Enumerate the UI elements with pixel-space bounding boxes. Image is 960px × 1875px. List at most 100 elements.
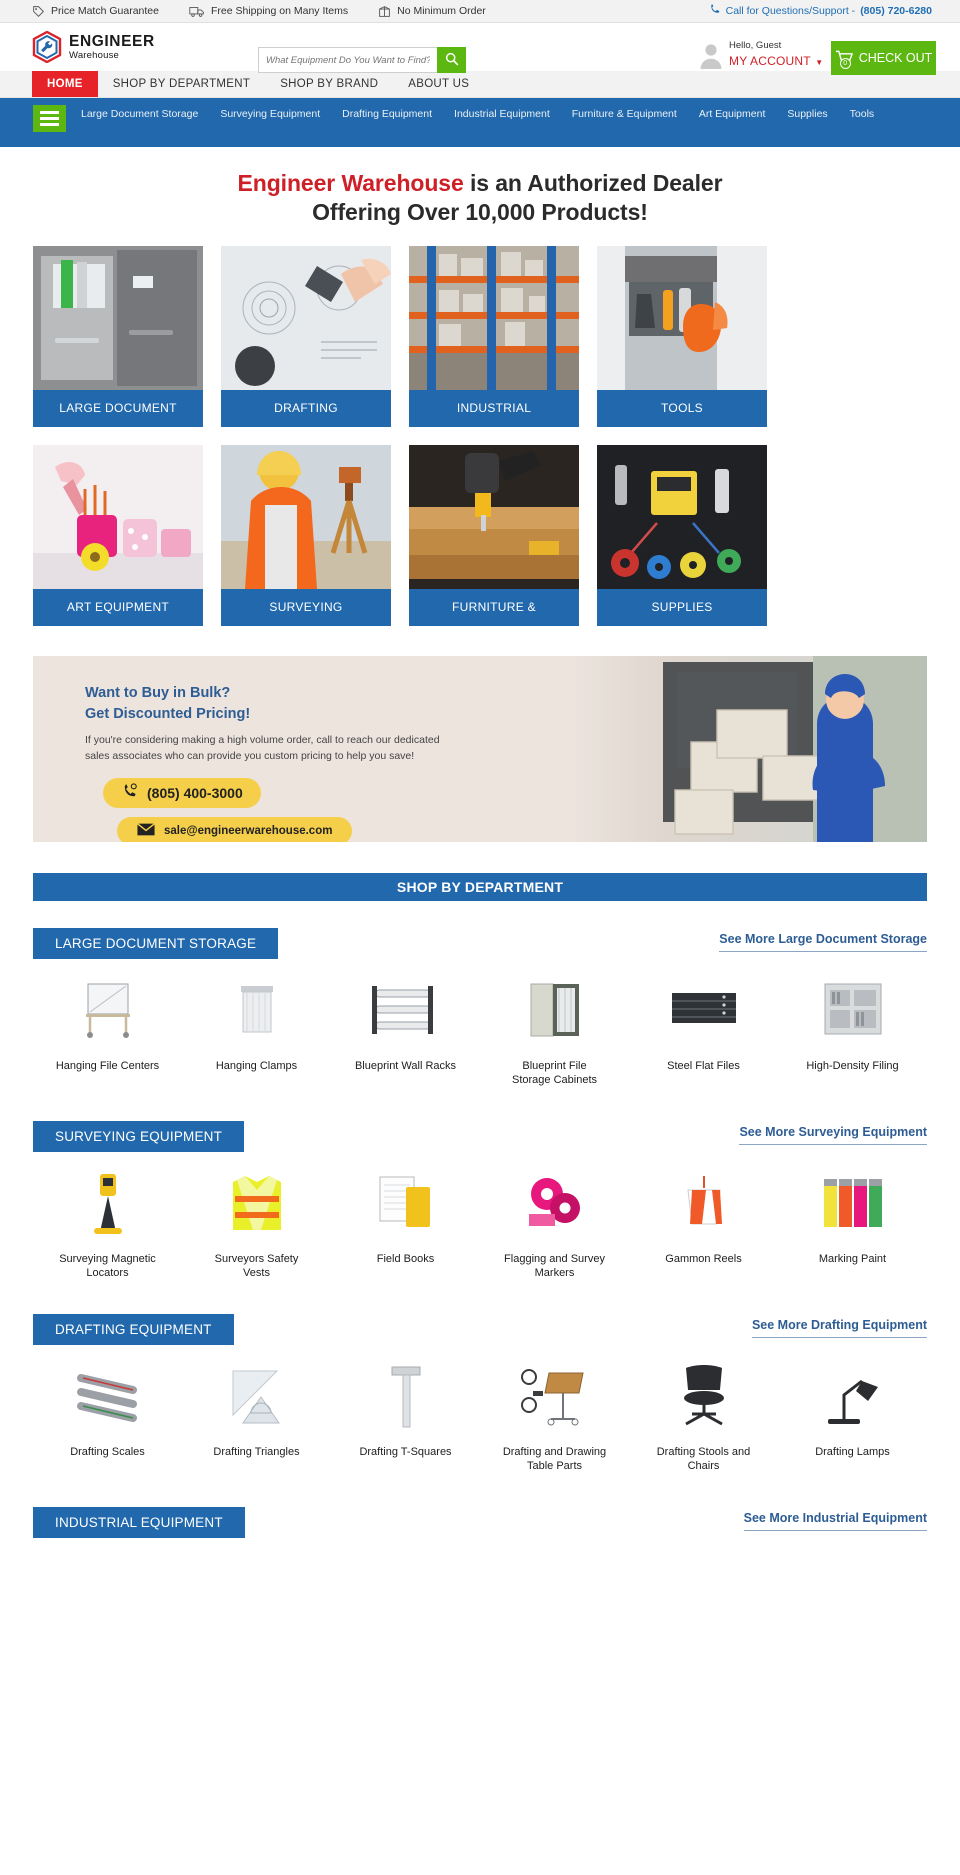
nav-item-about-us[interactable]: ABOUT US xyxy=(393,71,484,97)
category-tile-industrial[interactable]: INDUSTRIAL xyxy=(409,245,579,427)
bulk-heading-line-2: Get Discounted Pricing! xyxy=(85,705,251,722)
see-more-link[interactable]: See More Large Document Storage xyxy=(719,932,927,952)
dept-link-furniture-equipment[interactable]: Furniture & Equipment xyxy=(572,104,699,124)
section-tag[interactable]: INDUSTRIAL EQUIPMENT xyxy=(33,1506,245,1538)
product-card[interactable]: Flagging and Survey Markers xyxy=(480,1170,629,1281)
field-book-photo xyxy=(363,1170,449,1236)
surveyor-theodolite-photo xyxy=(221,444,391,589)
magnetic-locator-photo xyxy=(65,1170,151,1236)
nav-item-shop-by-brand[interactable]: SHOP BY BRAND xyxy=(265,71,393,97)
hero-line-1: Engineer Warehouse is an Authorized Deal… xyxy=(0,169,960,198)
category-tile-drafting[interactable]: DRAFTING xyxy=(221,245,391,427)
category-tile-supplies[interactable]: SUPPLIES xyxy=(597,444,767,626)
product-card[interactable]: Blueprint File Storage Cabinets xyxy=(480,977,629,1088)
chevron-down-icon: ▼ xyxy=(815,57,824,67)
category-tile-furniture[interactable]: FURNITURE & xyxy=(409,444,579,626)
safety-vest-photo xyxy=(214,1170,300,1236)
bulk-banner-text: Want to Buy in Bulk? Get Discounted Pric… xyxy=(85,683,515,842)
product-name: Drafting Triangles xyxy=(213,1445,300,1458)
product-card[interactable]: Gammon Reels xyxy=(629,1170,778,1281)
warehouse-shelving-photo xyxy=(409,245,579,390)
checkout-button[interactable]: 0 CHECK OUT xyxy=(831,41,936,75)
support-phone[interactable]: (805) 720-6280 xyxy=(860,5,932,17)
account-menu[interactable]: Hello, Guest MY ACCOUNT ▼ xyxy=(700,40,823,70)
product-card[interactable]: Marking Paint xyxy=(778,1170,927,1281)
account-text: Hello, Guest MY ACCOUNT ▼ xyxy=(729,40,823,70)
section-tag[interactable]: SURVEYING EQUIPMENT xyxy=(33,1120,245,1152)
category-tile-label: SUPPLIES xyxy=(597,588,767,626)
product-name: Hanging Clamps xyxy=(215,1059,298,1072)
dept-link-tools[interactable]: Tools xyxy=(850,104,897,124)
product-card[interactable]: Drafting Stools and Chairs xyxy=(629,1363,778,1474)
product-row: Drafting Scales Drafting Triangles Draft… xyxy=(33,1363,927,1480)
department-section-drafting-equipment: DRAFTING EQUIPMENT See More Drafting Equ… xyxy=(33,1313,927,1480)
section-tag[interactable]: DRAFTING EQUIPMENT xyxy=(33,1313,234,1345)
utility-item-price-match[interactable]: Price Match Guarantee xyxy=(32,5,159,18)
product-card[interactable]: Drafting T-Squares xyxy=(331,1363,480,1474)
tool-belt-gloves-photo xyxy=(597,245,767,390)
see-more-link[interactable]: See More Drafting Equipment xyxy=(751,1318,927,1338)
high-density-filing-photo xyxy=(810,977,896,1043)
product-card[interactable]: Blueprint Wall Racks xyxy=(331,977,480,1088)
product-card[interactable]: Hanging Clamps xyxy=(182,977,331,1088)
dept-link-drafting-equipment[interactable]: Drafting Equipment xyxy=(342,104,454,124)
product-name: Blueprint File Storage Cabinets xyxy=(512,1059,597,1087)
department-links: Large Document Storage Surveying Equipme… xyxy=(66,104,916,124)
product-card[interactable]: Drafting Scales xyxy=(33,1363,182,1474)
product-card[interactable]: High-Density Filing xyxy=(778,977,927,1088)
department-section-surveying-equipment: SURVEYING EQUIPMENT See More Surveying E… xyxy=(33,1120,927,1287)
hero-line-2: Offering Over 10,000 Products! xyxy=(312,199,648,226)
product-name: Steel Flat Files xyxy=(667,1059,740,1072)
envelope-icon xyxy=(137,823,155,839)
section-tag[interactable]: LARGE DOCUMENT STORAGE xyxy=(33,927,279,959)
utility-left-group: Price Match Guarantee Free Shipping on M… xyxy=(0,5,486,18)
delivery-woman-boxes-van-photo xyxy=(567,655,927,842)
search-input[interactable] xyxy=(258,47,437,73)
category-tile-large-document[interactable]: LARGE DOCUMENT xyxy=(33,245,203,427)
product-name: Gammon Reels xyxy=(665,1252,742,1265)
utility-item-free-shipping[interactable]: Free Shipping on Many Items xyxy=(189,5,348,18)
nav-item-shop-by-department[interactable]: SHOP BY DEPARTMENT xyxy=(98,71,265,97)
product-card[interactable]: Surveyors Safety Vests xyxy=(182,1170,331,1281)
steel-flat-file-photo xyxy=(661,977,747,1043)
category-tile-grid: LARGE DOCUMENT DRAFTING INDUSTRIAL TOOLS… xyxy=(0,245,960,626)
dept-link-industrial-equipment[interactable]: Industrial Equipment xyxy=(454,104,572,124)
product-card[interactable]: Drafting Triangles xyxy=(182,1363,331,1474)
see-more-link[interactable]: See More Industrial Equipment xyxy=(743,1511,927,1531)
bulk-email-button[interactable]: sale@engineerwarehouse.com xyxy=(117,817,353,842)
dept-link-art-equipment[interactable]: Art Equipment xyxy=(699,104,788,124)
product-card[interactable]: Hanging File Centers xyxy=(33,977,182,1088)
dept-link-surveying-equipment[interactable]: Surveying Equipment xyxy=(220,104,342,124)
homepage: Price Match Guarantee Free Shipping on M… xyxy=(0,0,960,1538)
see-more-link[interactable]: See More Surveying Equipment xyxy=(739,1125,927,1145)
drafting-lamp-photo xyxy=(810,1363,896,1429)
bulk-phone-button[interactable]: (805) 400-3000 xyxy=(103,778,261,809)
hamburger-menu-icon[interactable] xyxy=(33,105,66,132)
product-card[interactable]: Field Books xyxy=(331,1170,480,1281)
marking-paint-photo xyxy=(810,1170,896,1236)
wrench-hexagon-logo-icon xyxy=(32,30,62,64)
tools-tape-flatlay-photo xyxy=(597,444,767,589)
my-account-row[interactable]: MY ACCOUNT ▼ xyxy=(729,52,823,70)
product-card[interactable]: Steel Flat Files xyxy=(629,977,778,1088)
art-supplies-photo xyxy=(33,444,203,589)
dept-link-large-document-storage[interactable]: Large Document Storage xyxy=(81,104,220,124)
site-logo[interactable]: ENGINEER Warehouse xyxy=(32,30,155,64)
category-tile-art-equipment[interactable]: ART EQUIPMENT xyxy=(33,444,203,626)
nav-item-home[interactable]: HOME xyxy=(32,71,98,97)
product-card[interactable]: Surveying Magnetic Locators xyxy=(33,1170,182,1281)
category-tile-surveying[interactable]: SURVEYING xyxy=(221,444,391,626)
utility-item-no-minimum[interactable]: No Minimum Order xyxy=(378,5,486,18)
department-sections: LARGE DOCUMENT STORAGE See More Large Do… xyxy=(0,927,960,1538)
filing-cabinet-photo xyxy=(33,245,203,390)
product-card[interactable]: Drafting Lamps xyxy=(778,1363,927,1474)
product-card[interactable]: Drafting and Drawing Table Parts xyxy=(480,1363,629,1474)
search-button[interactable] xyxy=(437,47,466,73)
support-contact[interactable]: Call for Questions/Support - (805) 720-6… xyxy=(708,3,960,19)
dept-link-supplies[interactable]: Supplies xyxy=(787,104,849,124)
category-tile-tools[interactable]: TOOLS xyxy=(597,245,767,427)
utility-label: Free Shipping on Many Items xyxy=(210,5,349,17)
bulk-heading-line-1: Want to Buy in Bulk? xyxy=(85,684,231,701)
phone-icon xyxy=(121,783,138,803)
section-header: SURVEYING EQUIPMENT See More Surveying E… xyxy=(33,1120,927,1152)
